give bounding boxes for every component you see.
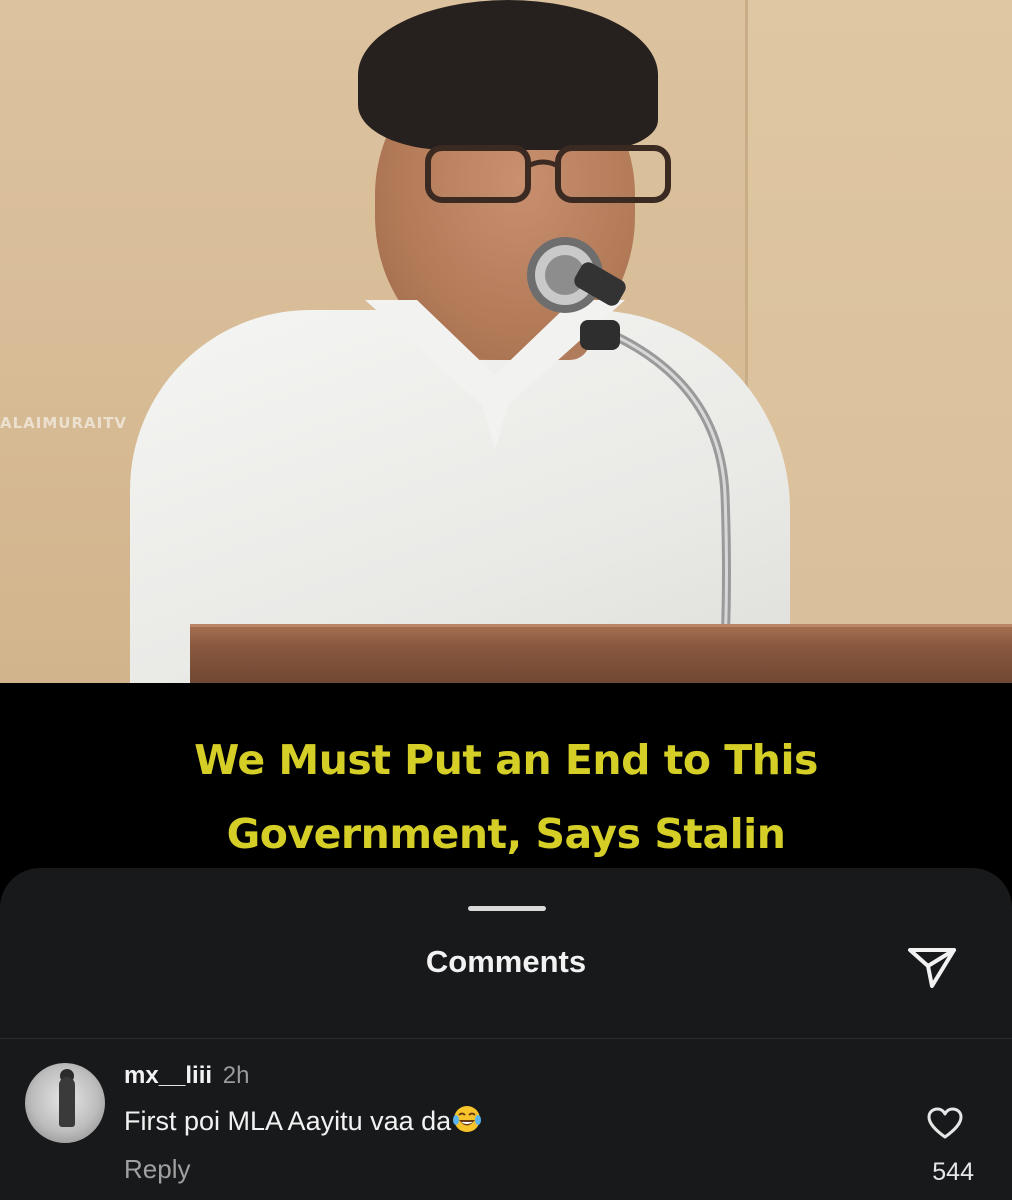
reply-button[interactable]: Reply [124,1154,190,1185]
comments-sheet: Comments mx__liii 2h First poi MLA Aayit… [0,868,1012,1200]
comment-username[interactable]: mx__liii [124,1062,212,1089]
video-frame[interactable]: ALAIMURAITV [0,0,1012,683]
comment-item: mx__liii 2h First poi MLA Aayitu vaa da … [0,1058,1012,1198]
comments-title: Comments [425,944,587,979]
face-with-tears-of-joy-icon [452,1104,482,1141]
sheet-divider [0,1038,1012,1039]
comment-text: First poi MLA Aayitu vaa da [124,1106,452,1136]
send-icon[interactable] [902,936,962,996]
microphone-graphic [527,237,731,646]
like-count: 544 [932,1158,974,1186]
heart-icon[interactable] [926,1106,964,1140]
speaker-hair [358,0,658,150]
comment-text-row: First poi MLA Aayitu vaa da [124,1104,482,1141]
podium [190,624,1012,683]
video-caption-line-2: Government, Says Stalin [226,810,786,858]
avatar[interactable] [25,1063,105,1143]
sheet-drag-handle[interactable] [468,906,546,911]
glasses-graphic [425,145,671,203]
comment-timestamp: 2h [222,1062,250,1089]
comment-meta: mx__liii 2h [124,1062,249,1090]
channel-watermark: ALAIMURAITV [0,414,128,432]
avatar-person-body [59,1077,75,1127]
video-caption-line-1: We Must Put an End to This [194,736,818,784]
